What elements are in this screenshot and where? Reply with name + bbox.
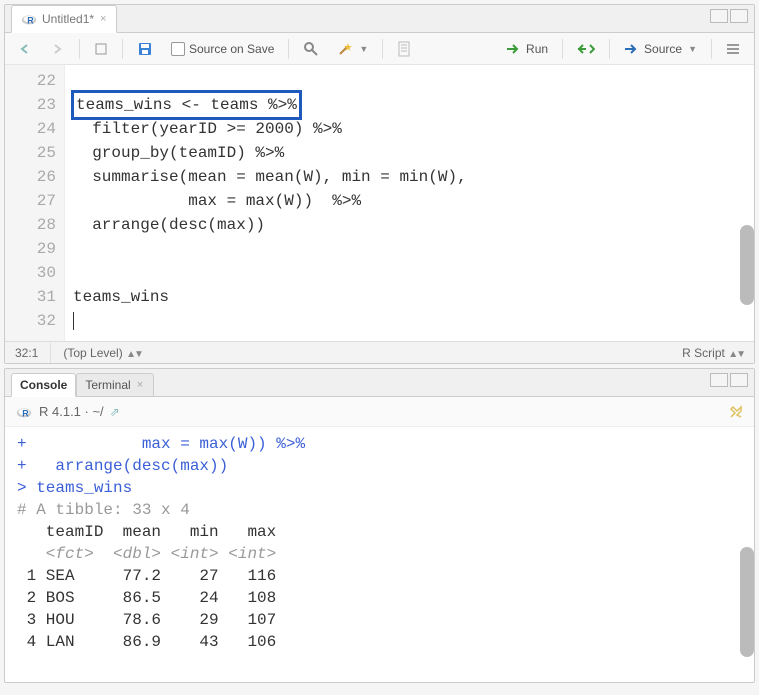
rerun-button[interactable] (571, 40, 601, 58)
line-number-gutter: 22 23 24 25 26 27 28 29 30 31 32 (5, 65, 65, 341)
source-label: Source (644, 42, 682, 56)
text-cursor (73, 312, 74, 330)
run-button[interactable]: Run (500, 39, 554, 59)
back-button[interactable] (13, 40, 39, 58)
console-line: + max = max(W)) %>% (17, 435, 305, 453)
session-info: R 4.1.1 · ~/ (39, 404, 104, 419)
table-row: 4 LAN 86.9 43 106 (17, 633, 276, 651)
console-scrollbar[interactable] (740, 547, 754, 657)
code-line: max = max(W)) %>% (73, 192, 361, 210)
console-line: <fct> <dbl> <int> <int> (17, 545, 276, 563)
table-row: 1 SEA 77.2 27 116 (17, 567, 276, 585)
code-line: summarise(mean = mean(W), min = min(W), (73, 168, 467, 186)
console-tab-bar: Console Terminal × (5, 369, 754, 397)
floppy-disk-icon (137, 41, 153, 57)
tab-label: Terminal (85, 378, 130, 392)
source-tab-bar: R Untitled1* × (5, 5, 754, 33)
cursor-position: 32:1 (15, 346, 38, 360)
checkbox-icon (171, 42, 185, 56)
terminal-tab[interactable]: Terminal × (76, 373, 154, 397)
source-button[interactable]: Source ▼ (618, 39, 703, 59)
highlighted-line: teams_wins <- teams %>% (71, 90, 302, 120)
svg-text:R: R (22, 408, 29, 418)
source-status-bar: 32:1 (Top Level) ▲▼ R Script ▲▼ (5, 341, 754, 363)
source-arrow-icon (624, 43, 640, 55)
outline-button[interactable] (720, 40, 746, 58)
console-output[interactable]: + max = max(W)) %>% + arrange(desc(max))… (5, 427, 754, 682)
chevron-down-icon: ▼ (688, 44, 697, 54)
code-line: filter(yearID >= 2000) %>% (73, 120, 342, 138)
arrow-left-icon (19, 43, 33, 55)
console-toolbar: R R 4.1.1 · ~/ ⇗ (5, 397, 754, 427)
minimize-panel-button[interactable] (710, 373, 728, 387)
chevron-down-icon: ▼ (359, 44, 368, 54)
save-button[interactable] (131, 38, 159, 60)
console-tab[interactable]: Console (11, 373, 76, 397)
run-label: Run (526, 42, 548, 56)
maximize-panel-button[interactable] (730, 9, 748, 23)
notebook-icon (397, 41, 411, 57)
console-line: teamID mean min max (17, 523, 276, 541)
code-tools-button[interactable]: ▼ (331, 38, 374, 60)
maximize-panel-button[interactable] (730, 373, 748, 387)
close-icon[interactable]: × (98, 13, 108, 25)
clear-console-button[interactable] (728, 404, 744, 420)
find-button[interactable] (297, 38, 325, 60)
code-line: arrange(desc(max)) (73, 216, 265, 234)
code-line: group_by(teamID) %>% (73, 144, 284, 162)
popout-icon[interactable]: ⇗ (110, 405, 120, 419)
source-on-save-toggle[interactable]: Source on Save (165, 39, 280, 59)
file-type-indicator[interactable]: R Script ▲▼ (682, 346, 744, 360)
console-line: # A tibble: 33 x 4 (17, 501, 190, 519)
table-row: 3 HOU 78.6 29 107 (17, 611, 276, 629)
outline-icon (726, 43, 740, 55)
arrow-right-icon (51, 43, 65, 55)
source-on-save-label: Source on Save (189, 42, 274, 56)
magnifier-icon (303, 41, 319, 57)
scope-indicator[interactable]: (Top Level) ▲▼ (63, 346, 142, 360)
source-panel: R Untitled1* × Source on Save (4, 4, 755, 364)
close-icon[interactable]: × (135, 379, 145, 391)
compile-report-button[interactable] (391, 38, 417, 60)
source-toolbar: Source on Save ▼ Run Source ▼ (5, 33, 754, 65)
console-panel: Console Terminal × R R 4.1.1 · ~/ ⇗ + ma… (4, 368, 755, 683)
wand-icon (337, 41, 353, 57)
forward-button[interactable] (45, 40, 71, 58)
table-row: 2 BOS 86.5 24 108 (17, 589, 276, 607)
minimize-panel-button[interactable] (710, 9, 728, 23)
show-in-new-window-button[interactable] (88, 39, 114, 59)
code-body[interactable]: teams_wins <- teams %>% filter(yearID >=… (65, 65, 754, 341)
editor-scrollbar[interactable] (740, 225, 754, 305)
document-icon (94, 42, 108, 56)
code-editor[interactable]: 22 23 24 25 26 27 28 29 30 31 32 teams_w… (5, 65, 754, 341)
rerun-icon (577, 43, 595, 55)
source-tab-untitled1[interactable]: R Untitled1* × (11, 5, 117, 33)
panel-window-controls (710, 373, 748, 387)
console-line: > teams_wins (17, 479, 132, 497)
panel-window-controls (710, 9, 748, 23)
tab-label: Console (20, 378, 67, 392)
r-file-icon: R (20, 10, 38, 28)
svg-text:R: R (27, 16, 34, 26)
run-arrow-icon (506, 43, 522, 55)
code-line: teams_wins (73, 288, 169, 306)
r-logo-icon: R (15, 403, 33, 421)
tab-title: Untitled1* (42, 12, 94, 26)
console-line: + arrange(desc(max)) (17, 457, 228, 475)
